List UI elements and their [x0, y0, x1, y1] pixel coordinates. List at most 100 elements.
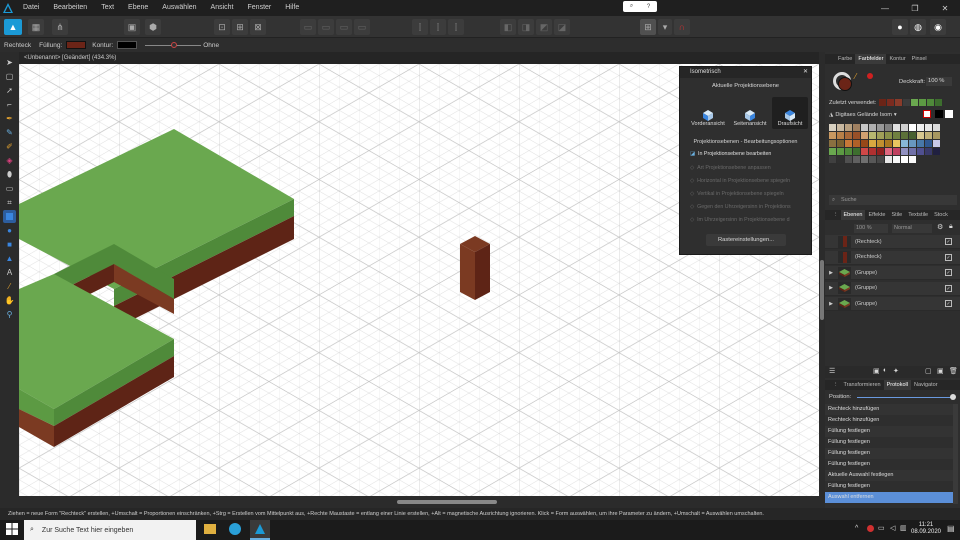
color-swatch[interactable] — [829, 156, 836, 163]
crop-tool-icon[interactable]: ⌗ — [3, 196, 16, 209]
color-swatch[interactable] — [869, 124, 876, 131]
adjustment-icon[interactable]: ◐ — [883, 367, 887, 374]
color-swatch[interactable] — [837, 148, 844, 155]
view-side-button[interactable]: Seitenansicht — [732, 97, 768, 129]
recent-swatch[interactable] — [887, 99, 894, 106]
magnet-icon[interactable]: ∩ — [674, 19, 690, 35]
tab-kontur[interactable]: Kontur — [886, 54, 908, 64]
file-explorer-icon[interactable] — [204, 524, 216, 534]
color-swatch[interactable] — [909, 148, 916, 155]
color-swatch[interactable] — [933, 124, 940, 131]
color-swatch[interactable] — [901, 132, 908, 139]
color-swatch[interactable] — [869, 132, 876, 139]
history-item[interactable]: Aktuelle Auswahl festlegen — [825, 470, 953, 481]
history-item[interactable]: Rechteck hinzufügen — [825, 415, 953, 426]
color-swatch[interactable] — [933, 140, 940, 147]
color-swatch[interactable] — [861, 140, 868, 147]
recent-swatch[interactable] — [903, 99, 910, 106]
color-swatch[interactable] — [925, 156, 932, 163]
color-swatch[interactable] — [893, 156, 900, 163]
color-swatch[interactable] — [917, 148, 924, 155]
snap-icon-3[interactable]: ⊠ — [250, 19, 266, 35]
align-icon-3[interactable]: ⫿ — [448, 19, 464, 35]
tab-stock[interactable]: Stock — [931, 210, 951, 220]
menu-datei[interactable]: Datei — [16, 0, 46, 16]
lock-icon[interactable]: 🔒︎ — [949, 223, 953, 231]
color-swatch[interactable] — [837, 140, 844, 147]
option-rotate-ccw[interactable]: ◇ Gegen den Uhrzeigersinn in Projektions — [690, 204, 791, 210]
menu-ebene[interactable]: Ebene — [121, 0, 155, 16]
rectangle-tool-icon[interactable] — [3, 210, 16, 223]
color-swatch[interactable] — [877, 132, 884, 139]
zoom-tool-icon[interactable]: ⚲ — [3, 308, 16, 321]
rounded-rect-tool-icon[interactable]: ■ — [3, 238, 16, 251]
snap-icon-1[interactable]: ⊡ — [214, 19, 230, 35]
edge-browser-icon[interactable] — [229, 523, 241, 535]
notification-icon[interactable]: ▤ — [947, 524, 955, 533]
align-icon-1[interactable]: ⫿ — [412, 19, 428, 35]
boolean-icon-3[interactable]: ◩ — [536, 19, 552, 35]
option-flip-h[interactable]: ◇ Horizontal in Projektionsebene spiegeln — [690, 178, 790, 184]
option-flip-v[interactable]: ◇ Vertikal in Projektionsebene spiegeln — [690, 191, 784, 197]
menu-ansicht[interactable]: Ansicht — [204, 0, 241, 16]
fill-color-well[interactable] — [838, 77, 852, 91]
layer-settings-gear-icon[interactable]: ⚙ — [937, 223, 943, 231]
color-swatch[interactable] — [861, 124, 868, 131]
color-swatch[interactable] — [885, 140, 892, 147]
color-swatch[interactable] — [853, 156, 860, 163]
color-swatch[interactable] — [893, 140, 900, 147]
menu-fenster[interactable]: Fenster — [241, 0, 279, 16]
layer-visibility-checkbox[interactable]: ✓ — [945, 284, 952, 292]
arrange-icon-4[interactable]: ▭ — [354, 19, 370, 35]
color-swatch[interactable] — [909, 156, 916, 163]
volume-icon[interactable]: ◁ — [890, 524, 895, 532]
color-swatch[interactable] — [893, 132, 900, 139]
color-swatch[interactable] — [861, 156, 868, 163]
color-swatch[interactable] — [909, 140, 916, 147]
text-tool-icon[interactable]: A — [3, 266, 16, 279]
color-swatch[interactable] — [885, 124, 892, 131]
recent-swatch[interactable] — [879, 99, 886, 106]
boolean-icon-4[interactable]: ◪ — [554, 19, 570, 35]
color-swatch[interactable] — [885, 148, 892, 155]
expand-arrow-icon[interactable]: ▶ — [826, 301, 836, 307]
color-swatch[interactable] — [893, 124, 900, 131]
view-top-button[interactable]: Draufsicht — [772, 97, 808, 129]
menu-bearbeiten[interactable]: Bearbeiten — [46, 0, 94, 16]
horizontal-scroll-thumb[interactable] — [397, 500, 497, 504]
document-setup-icon[interactable]: ▣ — [124, 19, 140, 35]
white-swatch[interactable] — [945, 110, 953, 118]
color-swatch[interactable] — [909, 124, 916, 131]
color-swatch[interactable] — [901, 140, 908, 147]
snap-icon-2[interactable]: ⊞ — [232, 19, 248, 35]
color-swatch[interactable] — [901, 148, 908, 155]
palette-selector[interactable]: ◮ Digitaes Gelände Isom ▾ — [829, 110, 907, 120]
color-swatch[interactable] — [877, 156, 884, 163]
color-swatch[interactable] — [853, 124, 860, 131]
history-position-slider[interactable] — [857, 394, 956, 400]
color-swatch[interactable] — [917, 132, 924, 139]
recent-swatch[interactable] — [935, 99, 942, 106]
arrange-icon-3[interactable]: ▭ — [336, 19, 352, 35]
layer-row[interactable]: ▶ (Gruppe) ✓ — [825, 281, 960, 296]
triangle-tool-icon[interactable]: ▲ — [3, 252, 16, 265]
tab-farbe[interactable]: Farbe — [835, 54, 855, 64]
horizontal-scrollbar[interactable] — [19, 496, 819, 508]
color-swatch[interactable] — [933, 132, 940, 139]
color-swatch[interactable] — [917, 140, 924, 147]
color-swatch[interactable] — [861, 132, 868, 139]
color-swatch[interactable] — [853, 140, 860, 147]
color-swatch[interactable] — [869, 156, 876, 163]
assistant-icon[interactable]: ● — [892, 19, 908, 35]
tab-protokoll[interactable]: Protokoll — [883, 380, 911, 390]
history-item[interactable]: Füllung festlegen — [825, 448, 953, 459]
color-swatch[interactable] — [925, 124, 932, 131]
color-swatch[interactable] — [845, 124, 852, 131]
tab-navigator[interactable]: Navigator — [911, 380, 941, 390]
grid-settings-button[interactable]: Rastereinstellungen... — [706, 234, 786, 246]
mask-icon[interactable]: ▣ — [873, 367, 880, 375]
option-rotate-cw[interactable]: ◇ Im Uhrzeigersinn in Projektionsebene d — [690, 217, 790, 223]
color-swatch[interactable] — [909, 132, 916, 139]
affinity-logo-icon[interactable] — [0, 0, 16, 16]
color-swatch[interactable] — [845, 156, 852, 163]
